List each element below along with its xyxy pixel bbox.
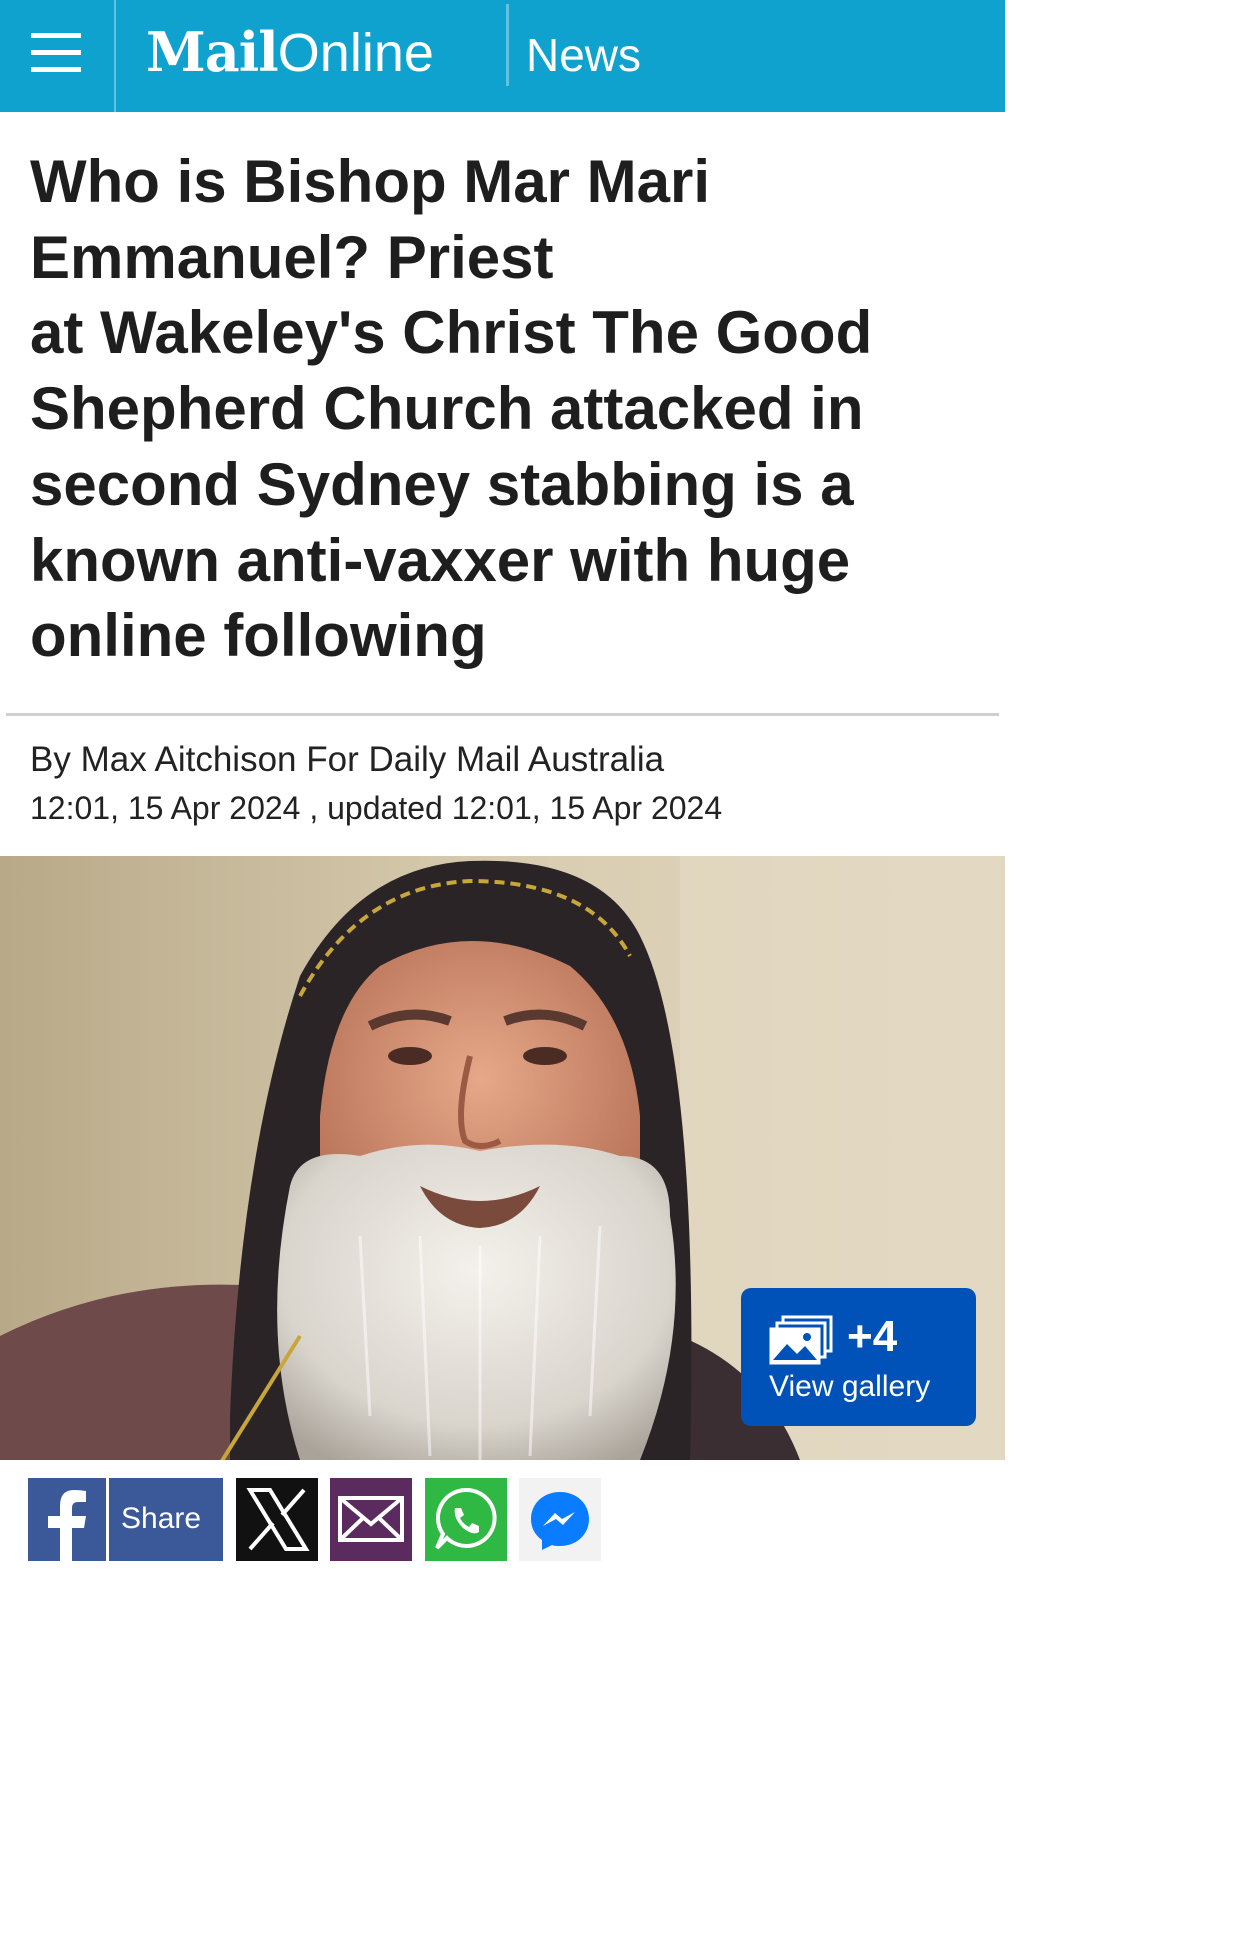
whatsapp-icon xyxy=(435,1487,497,1550)
facebook-share-label: Share xyxy=(121,1502,202,1535)
headline-line: Shepherd Church attacked in xyxy=(30,375,864,443)
top-navigation-bar: MailOnline News xyxy=(0,0,1005,112)
facebook-share-button[interactable]: Share xyxy=(28,1478,223,1561)
gallery-count: +4 xyxy=(847,1312,898,1361)
headline-line: known anti-vaxxer with huge xyxy=(30,526,851,594)
messenger-icon xyxy=(531,1492,589,1550)
mailonline-logo[interactable]: MailOnline xyxy=(146,20,434,90)
headline-line: Emmanuel? Priest xyxy=(30,223,554,291)
x-icon xyxy=(246,1488,310,1551)
publish-dateline: 12:01, 15 Apr 2024 , updated 12:01, 15 A… xyxy=(30,790,723,826)
view-gallery-button[interactable]: +4 View gallery xyxy=(741,1288,976,1426)
header-divider xyxy=(506,4,509,86)
gallery-label: View gallery xyxy=(769,1370,931,1403)
author-byline[interactable]: By Max Aitchison For Daily Mail Australi… xyxy=(30,740,664,780)
email-icon xyxy=(338,1496,404,1542)
headline-line: online following xyxy=(30,602,487,670)
headline-divider xyxy=(6,713,999,716)
hamburger-menu-icon[interactable] xyxy=(0,0,116,112)
logo-online-text: Online xyxy=(277,23,434,83)
gallery-photos-icon xyxy=(769,1314,835,1366)
whatsapp-share-button[interactable] xyxy=(425,1478,507,1561)
headline-line: at Wakeley's Christ The Good xyxy=(30,299,873,367)
facebook-icon xyxy=(28,1478,109,1561)
article-headline: Who is Bishop Mar Mari Emmanuel? Priest … xyxy=(30,144,980,674)
headline-line: second Sydney stabbing is a xyxy=(30,450,854,518)
logo-mail-text: Mail xyxy=(146,20,279,84)
headline-line: Who is Bishop Mar Mari xyxy=(30,148,711,215)
messenger-share-button[interactable] xyxy=(519,1478,601,1561)
share-bar: Share xyxy=(0,1460,1005,1568)
section-link-news[interactable]: News xyxy=(526,28,641,82)
x-share-button[interactable] xyxy=(236,1478,318,1561)
email-share-button[interactable] xyxy=(330,1478,412,1561)
